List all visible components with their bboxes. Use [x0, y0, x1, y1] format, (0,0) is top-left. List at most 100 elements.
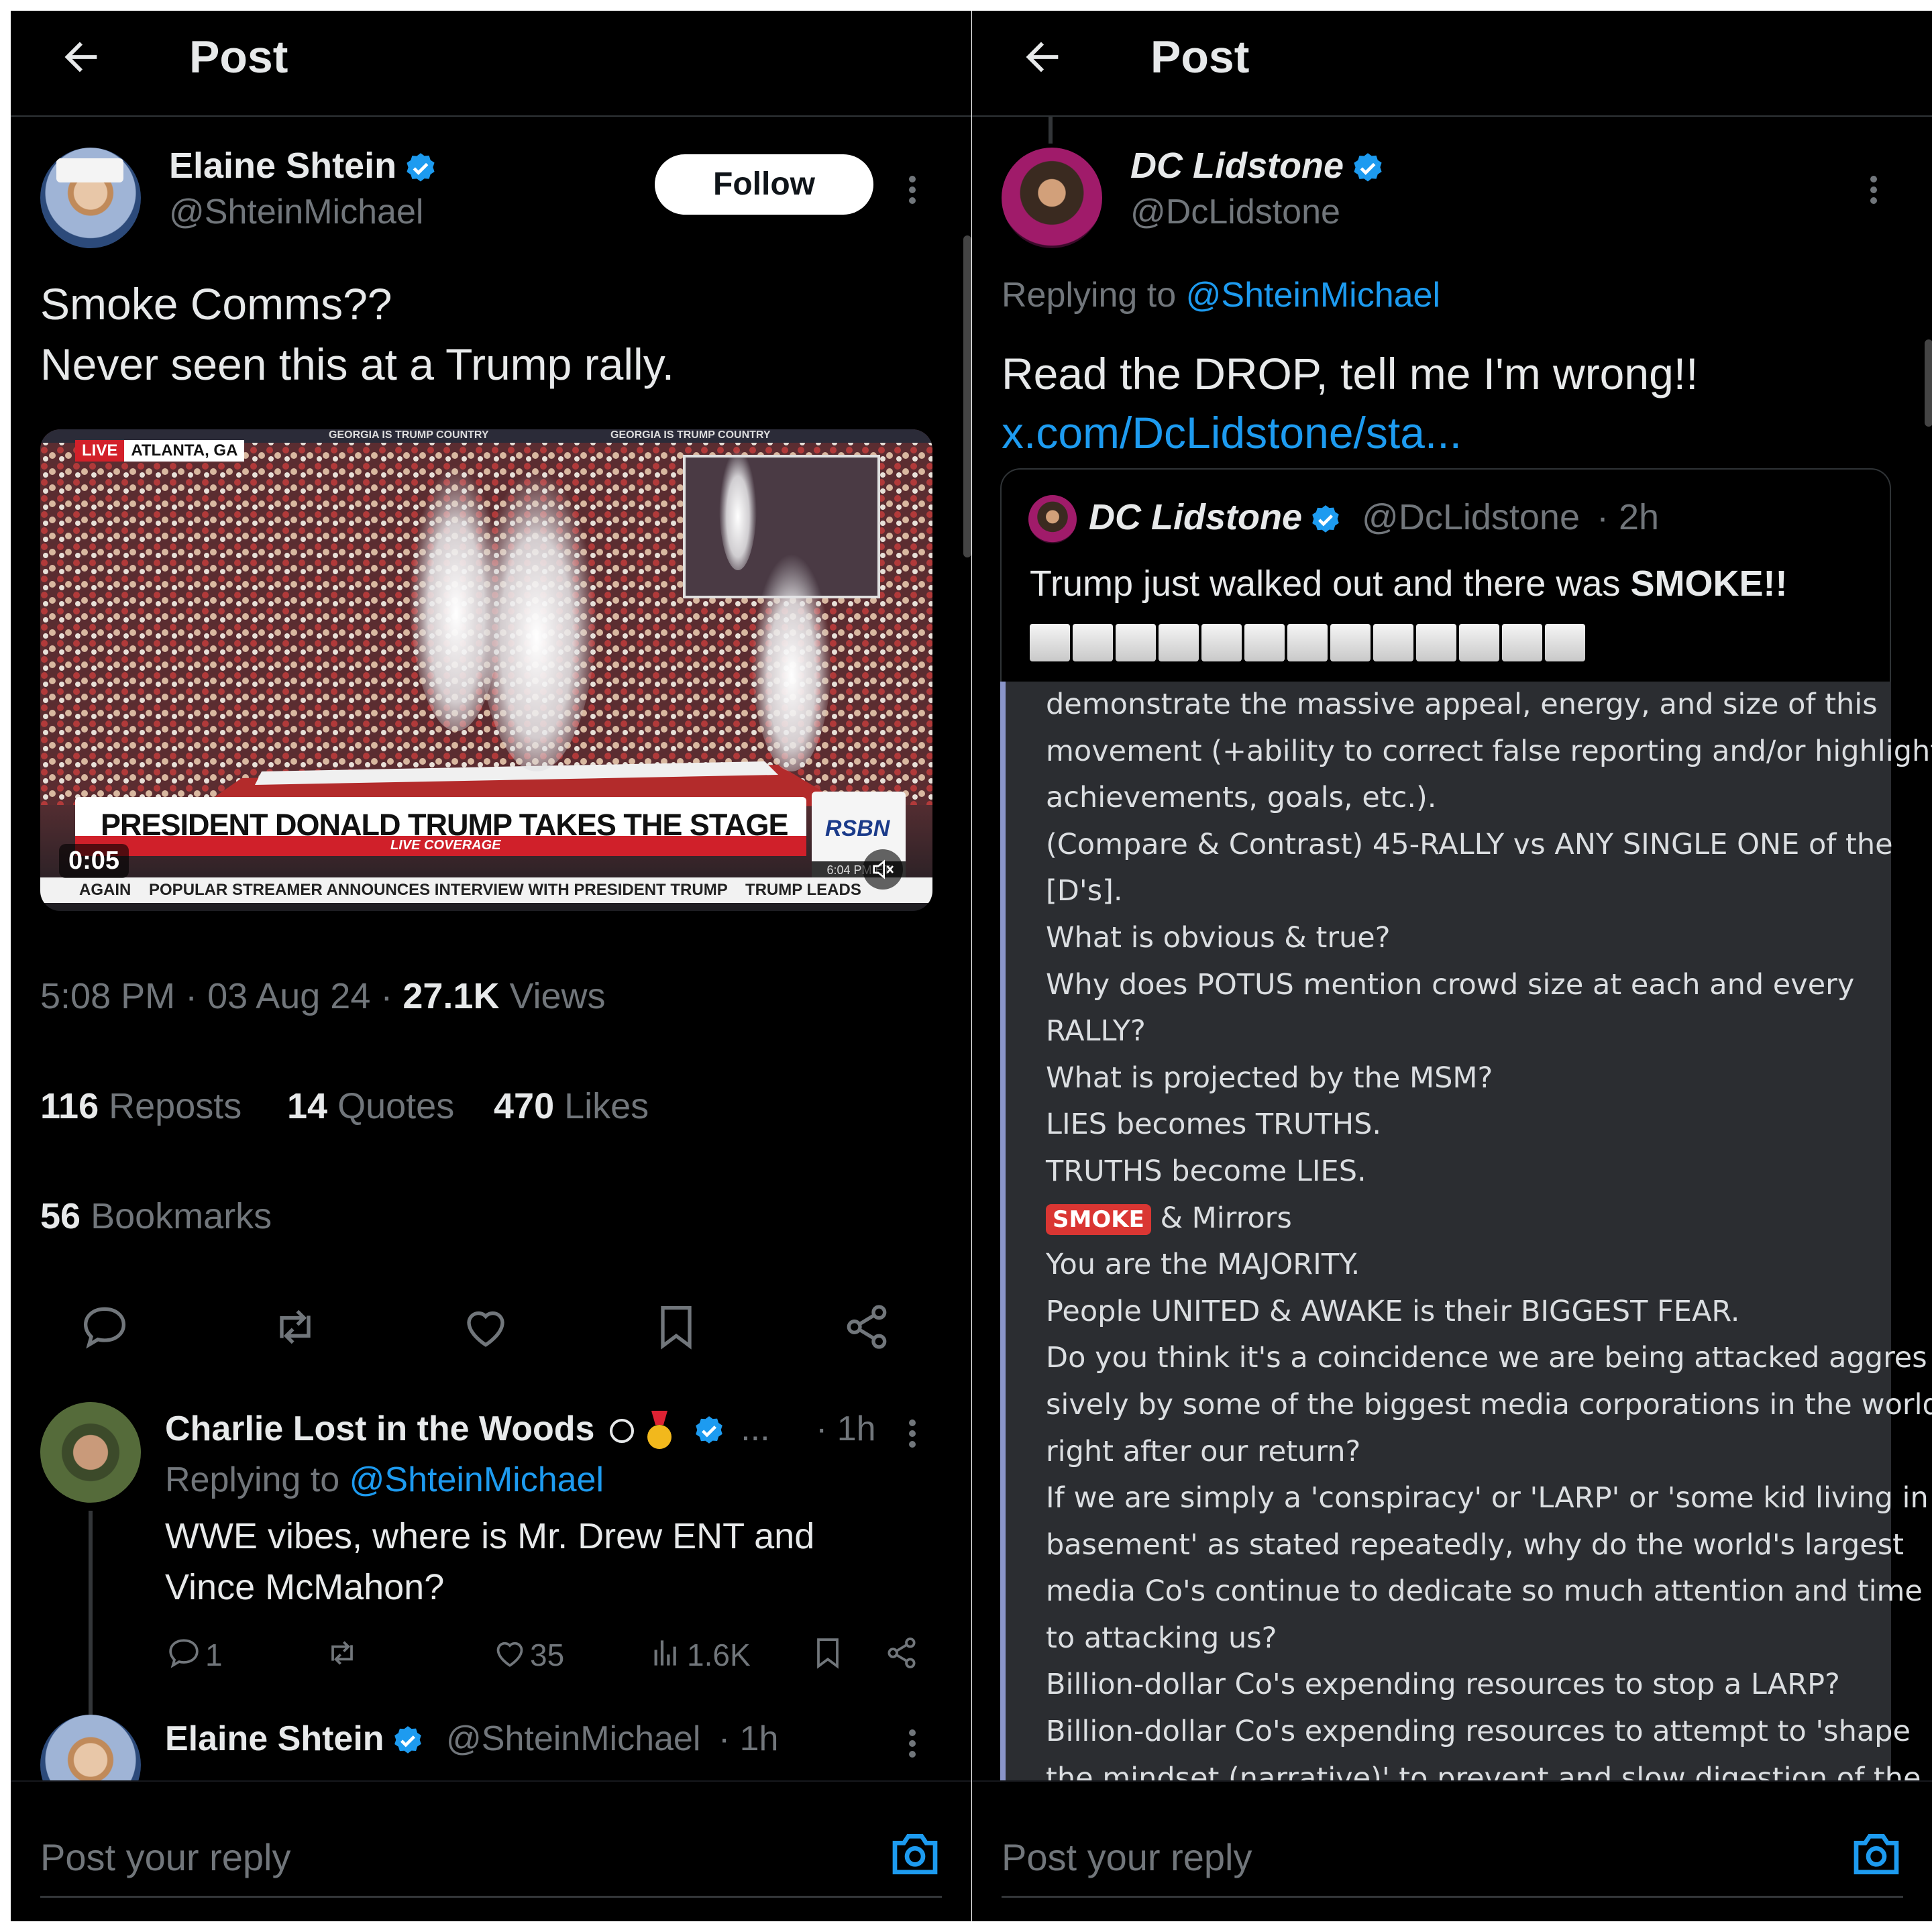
- ticker: AGAIN POPULAR STREAMER ANNOUNCES INTERVI…: [40, 877, 932, 903]
- like-icon[interactable]: [491, 1634, 529, 1672]
- repost-icon[interactable]: [323, 1634, 361, 1672]
- top-banner-1: GEORGIA IS TRUMP COUNTRY: [329, 429, 489, 441]
- author-handle[interactable]: @DcLidstone: [1130, 192, 1340, 232]
- quoted-age: · 2h: [1597, 497, 1660, 537]
- likes-stat[interactable]: 470 Likes: [494, 1085, 649, 1127]
- doc-line: demonstrate the massive appeal, energy, …: [1046, 688, 1878, 721]
- reply1-replies-count: 1: [205, 1638, 223, 1672]
- doc-line: You are the MAJORITY.: [1046, 1248, 1360, 1282]
- reply-composer: Post your reply: [972, 1780, 1932, 1921]
- doc-line: media Co's continue to dedicate so much …: [1046, 1574, 1923, 1609]
- scrollbar[interactable]: [1925, 339, 1932, 427]
- replying-to: Replying to @ShteinMichael: [1002, 275, 1440, 315]
- quoted-post[interactable]: DC Lidstone @DcLidstone · 2h Trump just …: [1000, 468, 1891, 691]
- avatar[interactable]: [40, 148, 141, 248]
- location-text: ATLANTA, GA: [131, 441, 238, 460]
- more-icon[interactable]: [906, 172, 919, 212]
- camera-icon[interactable]: [888, 1827, 942, 1881]
- back-arrow-icon[interactable]: [1019, 34, 1066, 80]
- doc-line: What is obvious & true?: [1046, 920, 1391, 955]
- reply2-name[interactable]: Elaine Shtein @ShteinMichael · 1h: [165, 1719, 778, 1759]
- replying-handle[interactable]: @ShteinMichael: [1186, 276, 1440, 315]
- reply1-likes-count: 35: [530, 1638, 565, 1672]
- scrollbar[interactable]: [963, 235, 971, 557]
- reply1-text-line-1: WWE vibes, where is Mr. Drew ENT and: [165, 1516, 815, 1556]
- doc-line: What is projected by the MSM?: [1046, 1061, 1493, 1095]
- quoted-text-bold: SMOKE!!: [1630, 564, 1788, 604]
- bookmarks-count: 56: [40, 1196, 81, 1236]
- smoke-tag: SMOKE: [1046, 1204, 1151, 1236]
- views-icon[interactable]: [648, 1634, 686, 1672]
- more-icon[interactable]: [1867, 172, 1880, 212]
- views-count: 27.1K: [402, 976, 500, 1016]
- avatar[interactable]: [1002, 148, 1102, 248]
- camera-icon[interactable]: [1849, 1827, 1903, 1881]
- share-icon[interactable]: [883, 1634, 920, 1672]
- doc-line: Do you think it's a coincidence we are b…: [1046, 1341, 1927, 1375]
- reposts-label: Reposts: [109, 1086, 242, 1126]
- reply1-text-line-2: Vince McMahon?: [165, 1567, 445, 1607]
- doc-line-smoke-mirrors: SMOKE & Mirrors: [1046, 1195, 1891, 1242]
- reposts-count: 116: [40, 1086, 99, 1126]
- bookmark-icon[interactable]: [809, 1634, 847, 1672]
- reply-divider: [40, 1896, 942, 1898]
- doc-line: RALLY?: [1046, 1014, 1146, 1049]
- quoted-avatar: [1028, 495, 1077, 543]
- reply1-name[interactable]: Charlie Lost in the Woods ...: [165, 1409, 770, 1451]
- reposts-stat[interactable]: 116 Reposts: [40, 1085, 241, 1127]
- reply1-ellipsis: ...: [741, 1409, 770, 1448]
- likes-count: 470: [494, 1086, 555, 1126]
- quoted-name-text: DC Lidstone: [1089, 497, 1302, 537]
- reply1-age: · 1h: [816, 1409, 876, 1448]
- author-name[interactable]: Elaine Shtein: [169, 145, 438, 186]
- repost-icon[interactable]: [268, 1300, 322, 1354]
- doc-line: basement' as stated repeatedly, why do t…: [1046, 1527, 1904, 1562]
- bookmarks-label: Bookmarks: [91, 1196, 272, 1236]
- video-player[interactable]: GEORGIA IS TRUMP COUNTRY GEORGIA IS TRUM…: [40, 429, 932, 911]
- author-handle[interactable]: @ShteinMichael: [169, 192, 423, 232]
- bookmark-icon[interactable]: [649, 1300, 703, 1354]
- mute-icon[interactable]: [863, 849, 903, 890]
- live-coverage-text: LIVE COVERAGE: [390, 838, 501, 853]
- video-elapsed: 0:05: [59, 844, 129, 878]
- document-text: demonstrate the massive appeal, energy, …: [1046, 682, 1932, 1802]
- more-icon[interactable]: [906, 1415, 919, 1456]
- doc-line: People UNITED & AWAKE is their BIGGEST F…: [1046, 1294, 1740, 1328]
- video-top-banner: GEORGIA IS TRUMP COUNTRY GEORGIA IS TRUM…: [329, 429, 899, 447]
- follow-button[interactable]: Follow: [655, 154, 873, 215]
- quoted-handle: @DcLidstone: [1362, 497, 1580, 537]
- post-link[interactable]: x.com/DcLidstone/sta...: [1002, 402, 1462, 463]
- circle-icon: [609, 1419, 634, 1444]
- more-icon[interactable]: [906, 1725, 919, 1766]
- network-text: RSBN: [825, 816, 890, 841]
- doc-line: sively by some of the biggest media corp…: [1046, 1387, 1932, 1421]
- verified-badge-icon: [695, 1416, 722, 1444]
- avatar-hat: [56, 158, 123, 182]
- quotes-stat[interactable]: 14 Quotes: [287, 1085, 454, 1127]
- quotes-label: Quotes: [337, 1086, 455, 1126]
- share-icon[interactable]: [840, 1300, 894, 1354]
- reply1-avatar[interactable]: [40, 1402, 141, 1503]
- bookmarks-stat[interactable]: 56 Bookmarks: [40, 1195, 272, 1237]
- reply-icon[interactable]: [78, 1300, 131, 1354]
- doc-line: [D's].: [1046, 874, 1123, 908]
- like-icon[interactable]: [459, 1300, 513, 1354]
- post-text-line-1: Read the DROP, tell me I'm wrong!!: [1002, 349, 1699, 398]
- replying-prefix: Replying to: [1002, 276, 1177, 315]
- reply2-handle: @ShteinMichael: [445, 1719, 701, 1758]
- reply-input[interactable]: Post your reply: [1002, 1835, 1252, 1879]
- doc-line: to attacking us?: [1046, 1621, 1277, 1655]
- header: Post: [972, 11, 1932, 117]
- reply1-replying-to: Replying to @ShteinMichael: [165, 1460, 604, 1500]
- reply1-replying-handle[interactable]: @ShteinMichael: [350, 1460, 604, 1499]
- reply-input[interactable]: Post your reply: [40, 1835, 291, 1879]
- author-name[interactable]: DC Lidstone: [1130, 145, 1385, 186]
- smoke-rest: & Mirrors: [1150, 1201, 1292, 1235]
- cloud-emoji-row: [1030, 624, 1588, 664]
- reply-icon[interactable]: [165, 1634, 203, 1672]
- back-arrow-icon[interactable]: [58, 34, 105, 80]
- post-text-line-1: Smoke Comms??: [40, 279, 392, 329]
- reply1-name-text: Charlie Lost in the Woods: [165, 1409, 595, 1448]
- left-post-panel: Post Elaine Shtein @ShteinMichael Follow…: [11, 11, 971, 1921]
- doc-line: Why does POTUS mention crowd size at eac…: [1046, 967, 1855, 1002]
